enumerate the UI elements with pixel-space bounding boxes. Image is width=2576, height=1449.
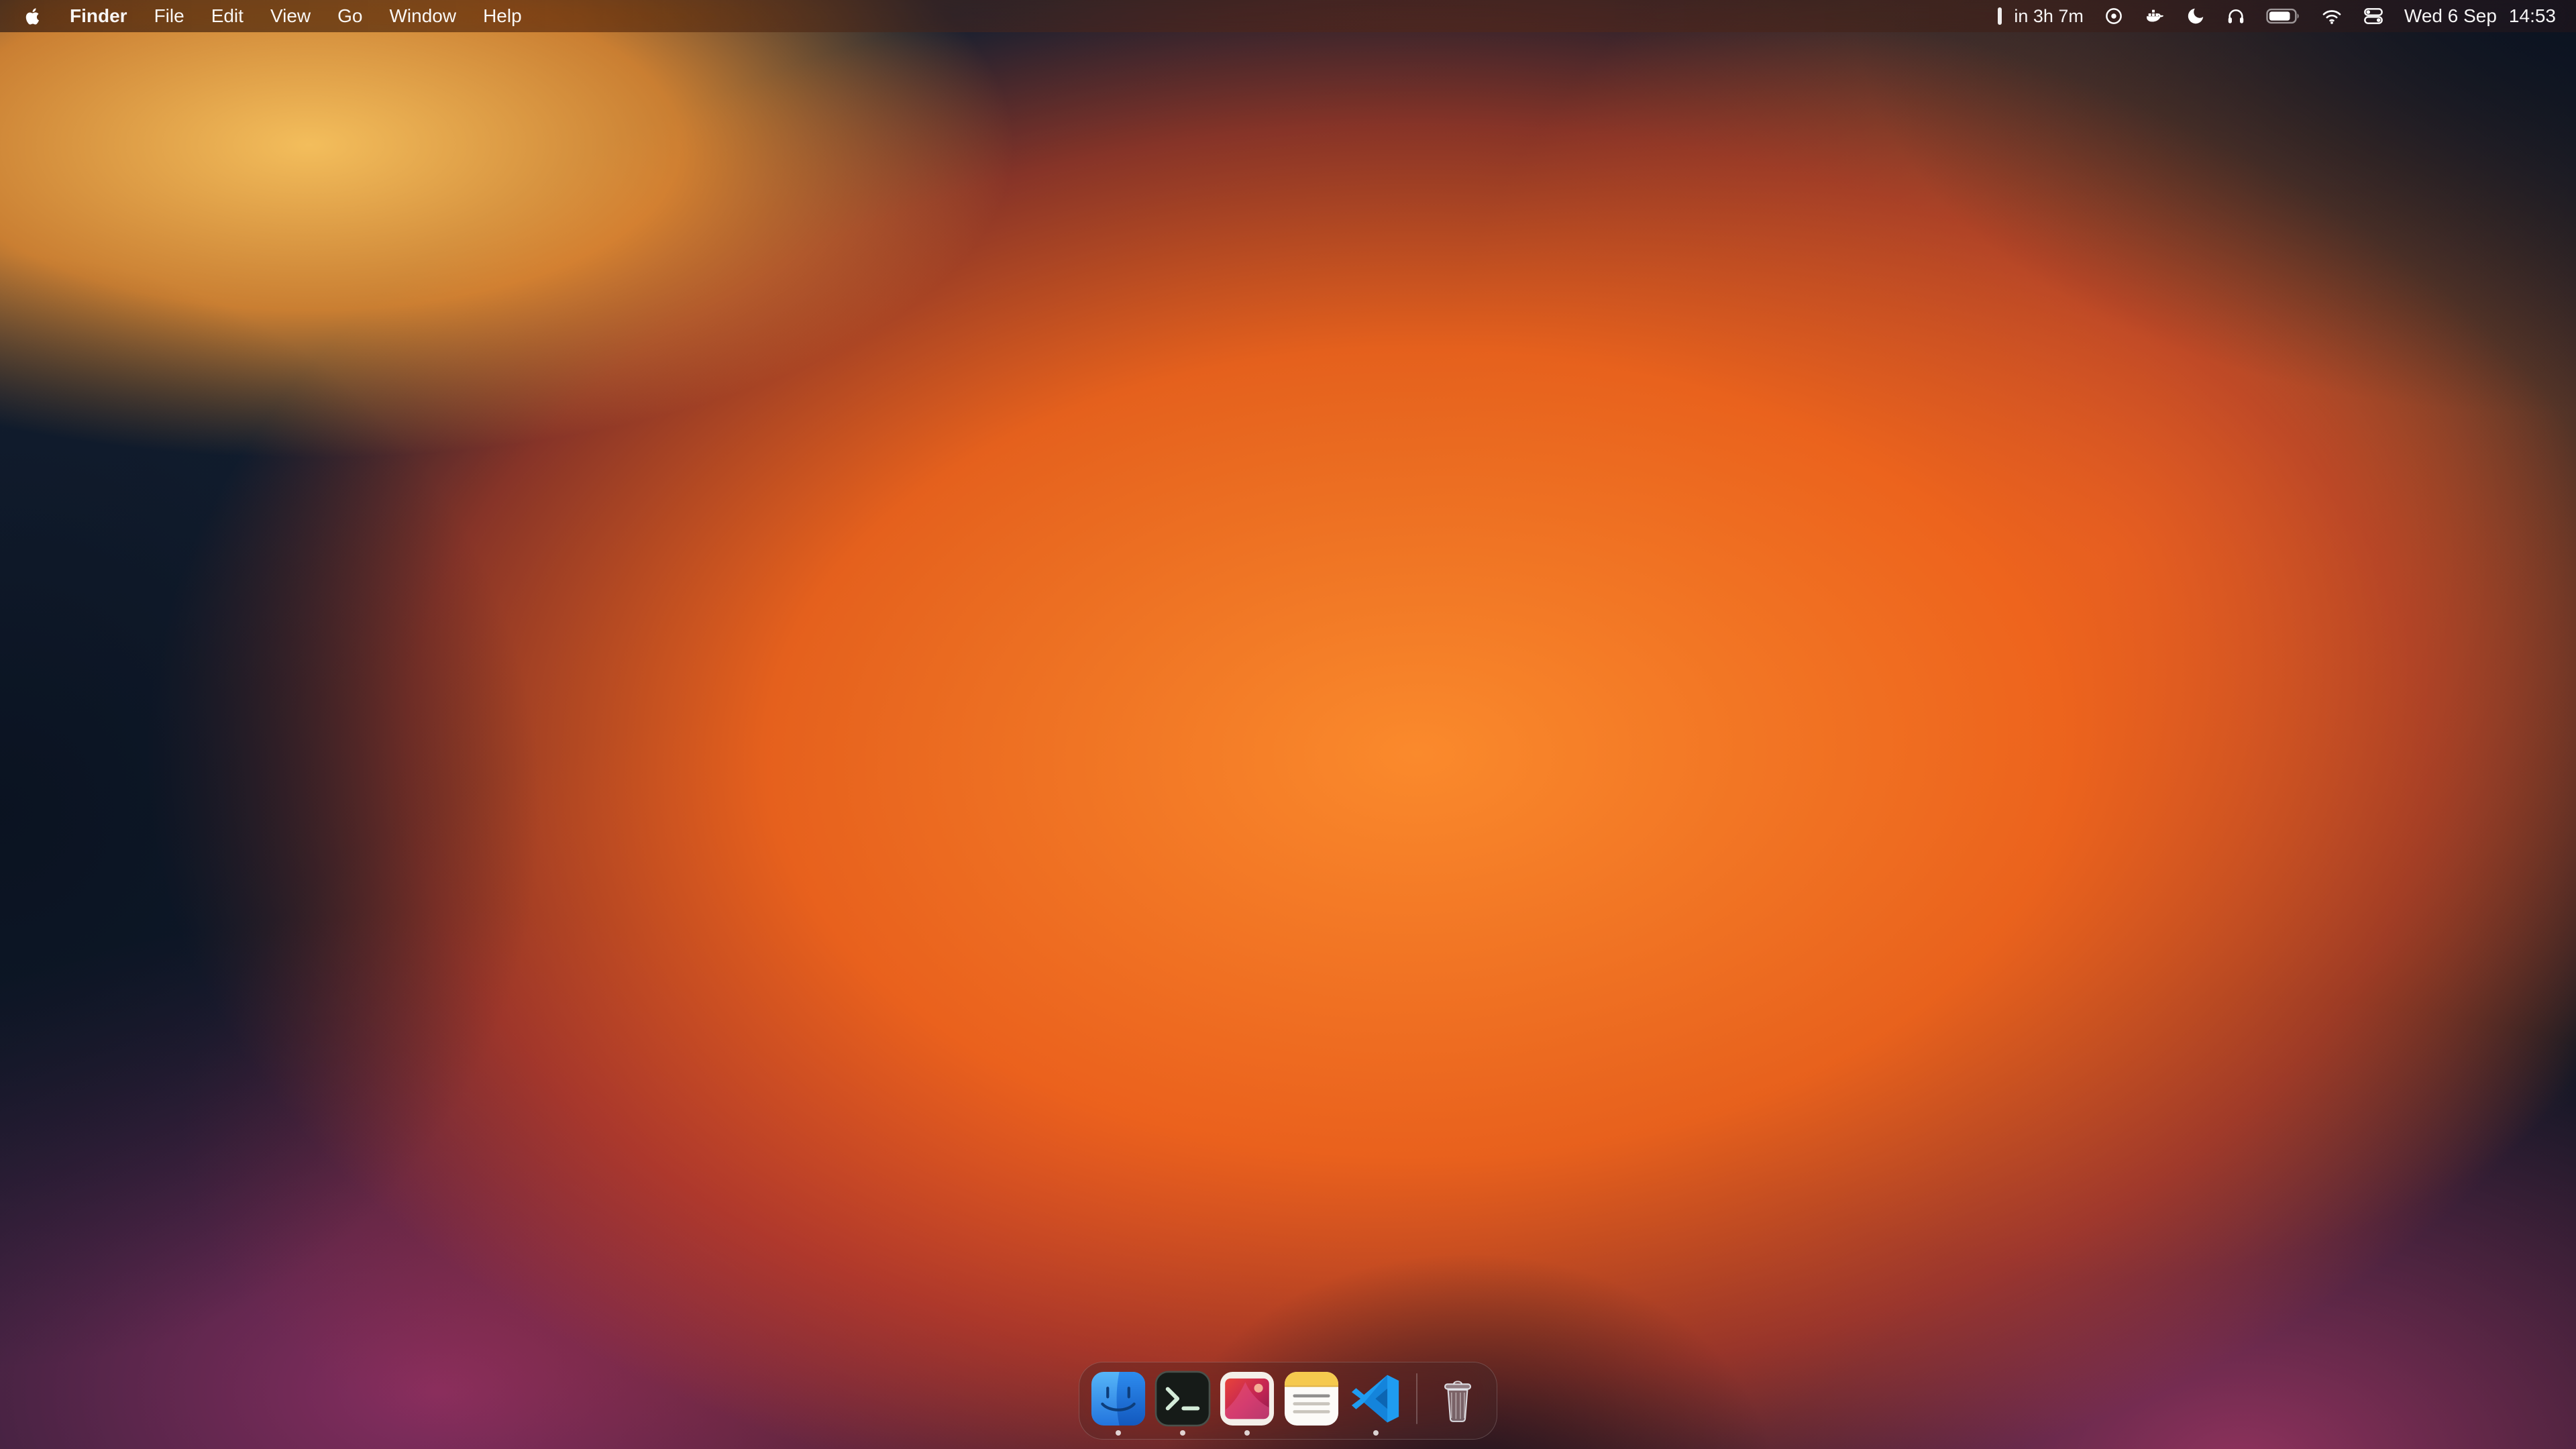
menu-window[interactable]: Window	[376, 5, 470, 27]
moon-icon[interactable]	[2186, 6, 2206, 26]
timer-status[interactable]: in 3h 7m	[2014, 6, 2084, 27]
menu-bar: Finder File Edit View Go Window Help in …	[0, 0, 2576, 32]
indicator-bar-icon[interactable]	[1998, 7, 2002, 25]
desktop-screen: Finder File Edit View Go Window Help in …	[0, 0, 2576, 1449]
active-app-menu[interactable]: Finder	[56, 5, 141, 27]
wifi-icon[interactable]	[2321, 5, 2343, 27]
menu-help[interactable]: Help	[470, 5, 535, 27]
preview-icon	[1219, 1371, 1275, 1427]
finder-icon	[1090, 1371, 1146, 1427]
dock-divider	[1416, 1373, 1417, 1424]
dock-item-trash[interactable]	[1430, 1371, 1486, 1427]
dock-item-notes[interactable]	[1283, 1371, 1340, 1427]
vscode-icon	[1348, 1371, 1404, 1427]
dock-item-vscode[interactable]	[1348, 1371, 1404, 1427]
dock	[1079, 1362, 1497, 1440]
apple-menu[interactable]	[17, 0, 56, 32]
menu-bar-status: in 3h 7m	[1998, 0, 2556, 32]
menu-bar-left: Finder File Edit View Go Window Help	[17, 0, 535, 32]
clock-date: Wed 6 Sep	[2404, 5, 2497, 27]
running-indicator	[1373, 1430, 1379, 1436]
menu-go[interactable]: Go	[324, 5, 376, 27]
terminal-icon	[1155, 1371, 1211, 1427]
menu-file[interactable]: File	[141, 5, 198, 27]
running-indicator	[1180, 1430, 1185, 1436]
running-indicator	[1116, 1430, 1121, 1436]
control-center-icon[interactable]	[2363, 5, 2384, 27]
headphones-icon[interactable]	[2226, 6, 2246, 26]
dock-item-finder[interactable]	[1090, 1371, 1146, 1427]
dock-item-terminal[interactable]	[1155, 1371, 1211, 1427]
desktop-wallpaper[interactable]	[0, 0, 2576, 1449]
running-indicator	[1244, 1430, 1250, 1436]
dock-item-preview[interactable]	[1219, 1371, 1275, 1427]
menu-edit[interactable]: Edit	[198, 5, 257, 27]
record-circle-icon[interactable]	[2104, 6, 2124, 26]
menu-bar-clock[interactable]: Wed 6 Sep 14:53	[2404, 5, 2556, 27]
apple-logo-icon	[23, 6, 43, 26]
battery-icon[interactable]	[2266, 7, 2301, 25]
menu-view[interactable]: View	[257, 5, 324, 27]
docker-whale-icon[interactable]	[2144, 5, 2165, 27]
notes-icon	[1283, 1371, 1340, 1427]
trash-icon	[1430, 1371, 1486, 1427]
clock-time: 14:53	[2509, 5, 2556, 27]
